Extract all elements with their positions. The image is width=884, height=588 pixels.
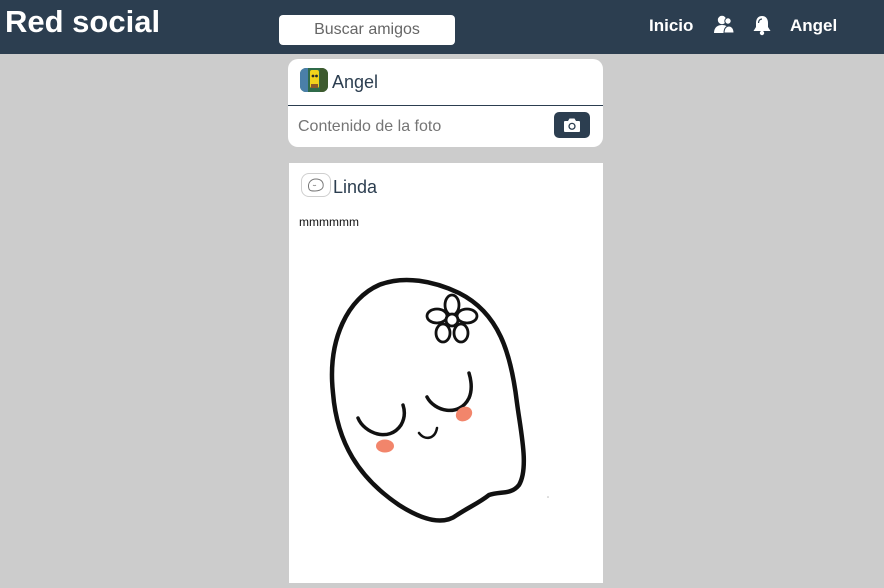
post-author[interactable]: Linda bbox=[333, 177, 377, 198]
camera-icon bbox=[563, 117, 581, 138]
post-composer: Angel bbox=[288, 59, 603, 147]
friends-icon[interactable] bbox=[713, 14, 735, 41]
composer-header: Angel bbox=[288, 59, 603, 106]
post-image[interactable] bbox=[289, 243, 603, 583]
post-card: Linda mmmmmm bbox=[289, 163, 603, 583]
bell-icon[interactable] bbox=[752, 14, 772, 41]
camera-button[interactable] bbox=[554, 112, 590, 138]
nav-home-link[interactable]: Inicio bbox=[649, 16, 693, 36]
top-navbar: Red social Inicio Angel bbox=[0, 0, 884, 54]
brand-title[interactable]: Red social bbox=[5, 4, 160, 40]
avatar[interactable] bbox=[300, 68, 328, 92]
search-input[interactable] bbox=[279, 15, 455, 45]
nav-user-link[interactable]: Angel bbox=[790, 16, 837, 36]
composer-username[interactable]: Angel bbox=[332, 72, 378, 93]
avatar[interactable] bbox=[301, 173, 331, 197]
post-text: mmmmmm bbox=[299, 215, 359, 229]
photo-caption-input[interactable] bbox=[298, 116, 548, 138]
